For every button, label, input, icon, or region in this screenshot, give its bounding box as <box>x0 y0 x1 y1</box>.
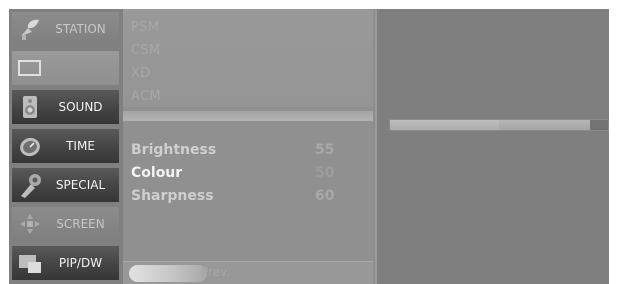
nav-label: STATION <box>55 22 106 36</box>
nav-label: PIP/DW <box>58 256 103 270</box>
pip-icon <box>19 255 41 273</box>
adjustment-panel <box>375 9 609 284</box>
nav-label <box>46 51 115 85</box>
preset-item-acm[interactable]: ACM <box>131 89 161 104</box>
tv-osd-screen: STATION SOUND TIME SPECIAL SCREEN PIP/DW… <box>0 0 617 284</box>
colour-value: 50 <box>315 165 335 181</box>
nav-item-time[interactable]: TIME <box>12 129 119 163</box>
preset-item-xd[interactable]: XD <box>131 66 151 81</box>
picture-menu-panel: PSM CSM XD ACM Brightness 55 Colour 50 S… <box>123 9 373 284</box>
prev-label: Prev. <box>201 265 231 279</box>
screen-move-icon <box>20 214 40 234</box>
special-icon <box>21 174 41 198</box>
nav-item-sound[interactable]: SOUND <box>12 90 119 124</box>
nav-item-station[interactable]: STATION <box>12 12 119 46</box>
sharpness-value: 60 <box>315 188 335 204</box>
nav-label: SCREEN <box>56 217 105 231</box>
speaker-icon <box>23 96 37 118</box>
nav-item-screen[interactable]: SCREEN <box>12 207 119 241</box>
preset-item-psm[interactable]: PSM <box>131 20 159 35</box>
menu-divider <box>123 111 373 121</box>
slider-fill <box>390 120 499 130</box>
brightness-label[interactable]: Brightness <box>131 142 216 158</box>
nav-label: SPECIAL <box>55 178 106 192</box>
osd-frame: STATION SOUND TIME SPECIAL SCREEN PIP/DW… <box>9 9 609 284</box>
nav-label: TIME <box>66 139 95 153</box>
nav-label: SOUND <box>58 100 103 114</box>
nav-item-picture[interactable] <box>12 51 119 85</box>
preset-item-csm[interactable]: CSM <box>131 43 160 58</box>
main-menu-nav: STATION SOUND TIME SPECIAL SCREEN PIP/DW <box>9 9 123 284</box>
slider-end-cap <box>590 120 608 130</box>
picture-icon <box>18 60 41 76</box>
clock-icon <box>20 137 40 157</box>
colour-slider[interactable] <box>389 119 609 131</box>
preset-list: PSM CSM XD ACM <box>123 9 373 107</box>
colour-label[interactable]: Colour <box>131 165 182 181</box>
brightness-value: 55 <box>315 142 335 158</box>
nav-item-pip[interactable]: PIP/DW <box>12 246 119 280</box>
menu-footer: Prev. <box>123 261 373 284</box>
prev-button[interactable] <box>129 265 207 282</box>
nav-item-special[interactable]: SPECIAL <box>12 168 119 202</box>
satellite-icon <box>21 19 39 40</box>
sharpness-label[interactable]: Sharpness <box>131 188 214 204</box>
